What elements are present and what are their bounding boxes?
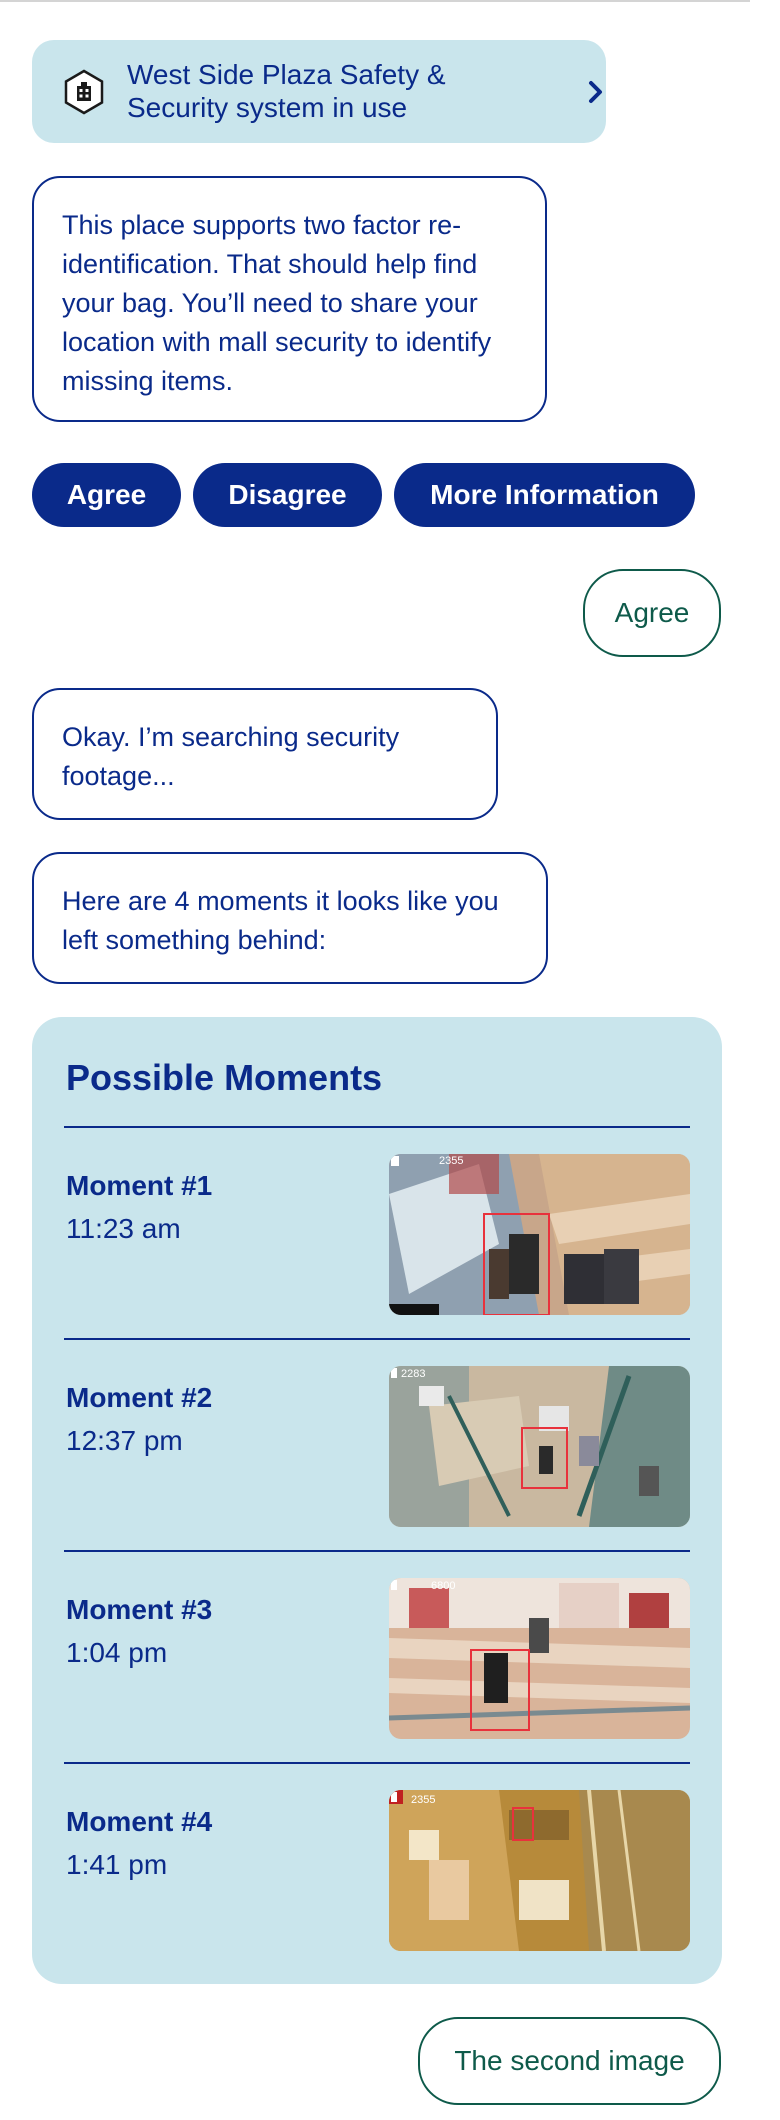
moment-time: 1:04 pm (66, 1637, 168, 1668)
notice-text: West Side Plaza Safety & Security system… (127, 59, 446, 123)
user-message-second-image: The second image (418, 2017, 721, 2105)
bot-message-reidentification: This place supports two factor re-identi… (32, 176, 547, 422)
bot-message-moments-intro: Here are 4 moments it looks like you lef… (32, 852, 548, 984)
agree-button[interactable]: Agree (32, 463, 181, 527)
user-message-agree: Agree (583, 569, 721, 657)
chevron-right-icon (589, 81, 602, 103)
moment-item-3[interactable]: Moment #3 1:04 pm 6800 (32, 1552, 722, 1762)
moment-thumbnail-2[interactable]: 2283 (389, 1366, 690, 1527)
security-system-notice[interactable]: West Side Plaza Safety & Security system… (32, 40, 606, 143)
camera-id-overlay: 6800 (431, 1580, 455, 1592)
more-information-button[interactable]: More Information (394, 463, 695, 527)
moment-thumbnail-1[interactable]: 2355 (389, 1154, 690, 1315)
moment-time: 11:23 am (66, 1213, 181, 1244)
moment-time: 12:37 pm (66, 1425, 183, 1456)
camera-id-overlay: 2355 (411, 1794, 435, 1806)
bot-message-searching: Okay. I’m searching security footage... (32, 688, 498, 820)
moment-label: Moment #1 (66, 1170, 213, 1201)
moments-title: Possible Moments (66, 1057, 383, 1098)
disagree-button[interactable]: Disagree (193, 463, 382, 527)
moment-item-2[interactable]: Moment #2 12:37 pm 2283 (32, 1340, 722, 1550)
moment-label: Moment #4 (66, 1806, 213, 1837)
moment-label: Moment #2 (66, 1382, 213, 1413)
building-hexagon-icon (64, 69, 104, 115)
moment-time: 1:41 pm (66, 1849, 168, 1880)
moment-thumbnail-3[interactable]: 6800 (389, 1578, 690, 1739)
moment-thumbnail-4[interactable]: 2355 (389, 1790, 690, 1951)
camera-id-overlay: 2355 (439, 1155, 463, 1167)
top-divider (0, 0, 750, 2)
moment-label: Moment #3 (66, 1594, 213, 1625)
moment-item-4[interactable]: Moment #4 1:41 pm 2355 (32, 1764, 722, 1974)
moment-item-1[interactable]: Moment #1 11:23 am 2355 (32, 1128, 722, 1338)
possible-moments-card: Possible Moments Moment #1 11:23 am 2355… (32, 1017, 722, 1984)
camera-id-overlay: 2283 (401, 1368, 425, 1380)
